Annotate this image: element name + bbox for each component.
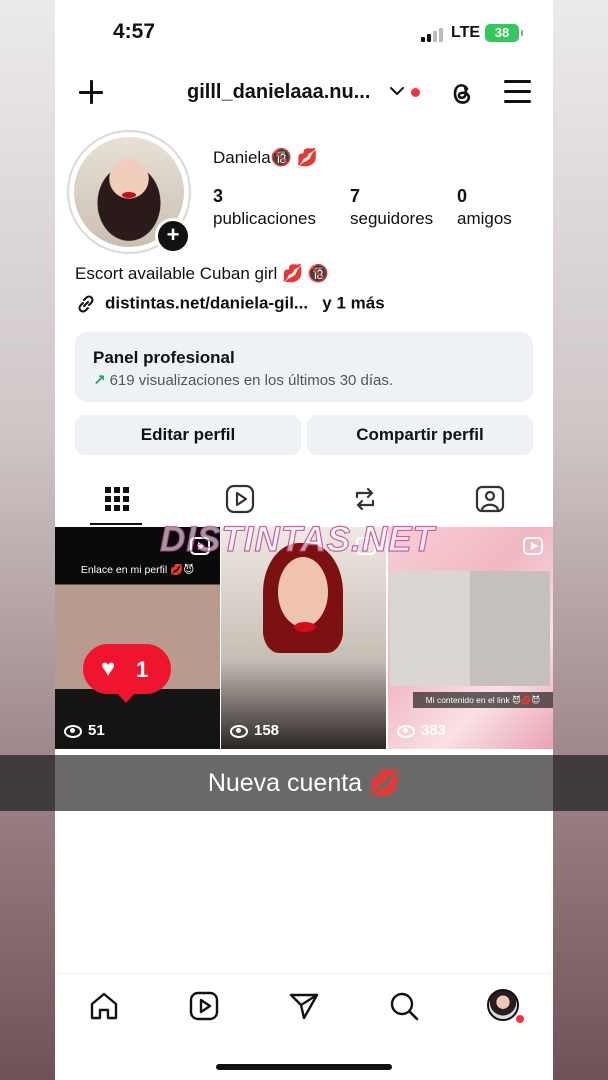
eye-icon [230,724,248,738]
post-views: 383 [397,722,446,739]
stat-posts[interactable]: 3 publicaciones [213,186,316,229]
grid-icon[interactable] [100,482,134,516]
reels-icon[interactable] [223,482,257,516]
profile-link[interactable]: distintas.net/daniela-gil... y 1 más [75,293,385,315]
phone-screen: 4:57 LTE 38 gilll_danielaaa.nu... + Dani… [55,0,553,1080]
avatar-lips [122,192,136,198]
network-label: LTE [451,24,481,41]
active-tab-indicator [90,523,142,525]
status-bar: 4:57 LTE 38 [55,0,553,60]
account-username[interactable]: gilll_danielaaa.nu... [187,81,370,104]
panel-title: Panel profesional [93,348,235,367]
post-caption: Mi contenido en el link 😈💋😈 [413,692,553,708]
reel-play-icon [523,537,543,555]
post-photo-lips [294,622,316,632]
post-photo-face [278,557,328,627]
threads-icon[interactable] [446,78,476,108]
bottom-navigation [55,973,553,1080]
posts-grid: Enlace en mi perfil 💋😈 51 ♥ 1 158 Mi con… [55,527,553,749]
profile-link-url[interactable]: distintas.net/daniela-gil... [105,293,308,312]
profile-link-more[interactable]: y 1 más [322,293,384,312]
home-icon[interactable] [88,990,120,1022]
new-account-banner: Nueva cuenta 💋 [55,755,553,811]
signal-icon [421,26,447,42]
profile-notification-dot [515,1014,525,1024]
banner-right-edge [553,755,608,811]
post-tile[interactable]: Mi contenido en el link 😈💋😈 383 [388,527,553,749]
post-view-count: 51 [88,722,105,739]
stat-posts-label: publicaciones [213,209,317,228]
professional-dashboard-panel[interactable]: Panel profesional ↗ 619 visualizaciones e… [75,332,533,402]
banner-left-edge [0,755,55,811]
send-icon[interactable] [288,990,320,1022]
edit-profile-button[interactable]: Editar perfil [75,415,301,455]
stat-followers-count: 7 [350,186,361,206]
add-story-plus-icon[interactable]: + [155,218,191,254]
post-view-count: 383 [421,722,447,739]
heart-icon: ♥ [101,655,116,682]
like-notification-bubble: ♥ 1 [83,644,171,703]
stat-friends-label: amigos [457,209,512,228]
stat-friends[interactable]: 0 amigos [457,186,512,229]
stat-friends-count: 0 [457,186,468,206]
eye-icon [64,724,82,738]
post-tile[interactable]: Enlace en mi perfil 💋😈 51 ♥ 1 [55,527,220,749]
stat-followers[interactable]: 7 seguidores [350,186,433,229]
battery-icon: 38 [485,24,523,42]
home-indicator[interactable] [216,1064,392,1070]
post-collage-photo [390,571,550,686]
panel-subtitle-text: 619 visualizaciones en los últimos 30 dí… [109,372,394,389]
post-views: 51 [64,722,105,739]
profile-bio: Escort available Cuban girl 💋 🔞 [75,264,329,283]
chevron-down-icon[interactable] [389,85,405,97]
create-plus-icon[interactable] [77,78,105,106]
notification-dot [411,88,420,97]
trend-up-icon: ↗ [93,372,106,389]
stat-followers-label: seguidores [350,209,434,228]
search-icon[interactable] [388,990,420,1022]
post-tile[interactable]: 158 [221,527,386,749]
share-profile-button[interactable]: Compartir perfil [307,415,533,455]
post-views: 158 [230,722,279,739]
panel-subtitle: ↗ 619 visualizaciones en los últimos 30 d… [93,371,393,389]
stat-posts-count: 3 [213,186,224,206]
profile-tab-avatar[interactable] [487,989,519,1021]
post-caption: Enlace en mi perfil 💋😈 [80,564,195,576]
eye-icon [397,724,415,738]
tagged-icon[interactable] [473,482,507,516]
reposts-icon[interactable] [348,482,382,516]
watermark-text: DISTINTAS.NET [159,519,435,559]
link-icon [78,295,94,313]
reels-nav-icon[interactable] [188,990,220,1022]
like-count: 1 [136,657,149,682]
hamburger-menu-icon[interactable] [504,80,532,104]
display-name: Daniela🔞 💋 [213,148,318,167]
status-time: 4:57 [113,20,156,43]
post-view-count: 158 [254,722,280,739]
